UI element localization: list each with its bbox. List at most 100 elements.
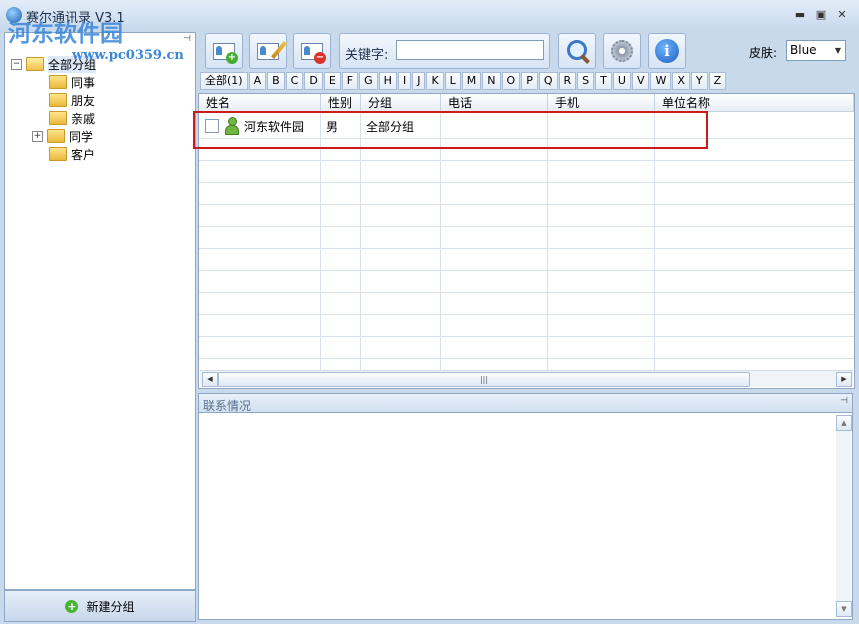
filter-letter-button[interactable]: T	[595, 72, 612, 90]
filter-letter-button[interactable]: I	[397, 72, 412, 90]
keyword-search-panel: 关键字:	[339, 33, 550, 69]
highlight-box	[193, 111, 708, 149]
skin-select[interactable]: Blue ▼	[786, 40, 846, 61]
scroll-down-button[interactable]: ▼	[836, 601, 852, 617]
vertical-scrollbar[interactable]: ▲ ▼	[836, 415, 852, 617]
filter-letter-button[interactable]: U	[612, 72, 631, 90]
row-divider	[199, 358, 854, 359]
filter-letter-button[interactable]: X	[672, 72, 690, 90]
search-button[interactable]	[558, 33, 596, 69]
folder-icon	[47, 129, 65, 143]
filter-letter-button[interactable]: Q	[538, 72, 558, 90]
row-divider	[199, 160, 854, 161]
filter-letter-button[interactable]: M	[461, 72, 482, 90]
tree-item-friends[interactable]: 朋友	[49, 91, 95, 109]
filter-letter-button[interactable]: N	[482, 72, 501, 90]
row-divider	[199, 182, 854, 183]
filter-letter-button[interactable]: Z	[708, 72, 727, 90]
alphabet-filter-bar: 全部(1) A B C D E F G H I J K L M N O P Q R S T U V W X Y Z	[200, 72, 727, 90]
add-badge-icon: +	[226, 52, 238, 64]
tree-item-relatives[interactable]: 亲戚	[49, 109, 95, 127]
restore-button[interactable]: ▣	[814, 8, 828, 22]
folder-open-icon	[26, 57, 44, 71]
column-divider	[320, 112, 321, 370]
add-circle-icon: +	[65, 599, 79, 613]
scroll-left-button[interactable]: ◀	[202, 372, 218, 387]
watermark-url: www.pc0359.cn	[72, 48, 184, 63]
close-button[interactable]: ✕	[835, 8, 849, 22]
horizontal-scrollbar[interactable]: ◀ ||| ▶	[200, 370, 853, 387]
folder-icon	[49, 147, 67, 161]
column-header-phone[interactable]: 电话	[441, 94, 548, 112]
tree-item-classmates[interactable]: + 同学	[32, 127, 93, 145]
pin-icon[interactable]: ⊣	[183, 34, 191, 44]
scroll-right-button[interactable]: ▶	[836, 372, 852, 387]
title-bar: 赛尔通讯录 V3.1 ▬ ▣ ✕	[0, 0, 859, 30]
keyword-input[interactable]	[396, 40, 544, 60]
column-header-mobile[interactable]: 手机	[548, 94, 655, 112]
filter-letter-button[interactable]: V	[631, 72, 650, 90]
column-divider	[547, 112, 548, 370]
row-divider	[199, 270, 854, 271]
contact-details-header: 联系情况 ⊣	[198, 393, 853, 413]
watermark-logo: 河东软件园	[8, 20, 123, 47]
row-divider	[199, 336, 854, 337]
filter-letter-button[interactable]: W	[650, 72, 672, 90]
column-divider	[440, 112, 441, 370]
add-contact-button[interactable]: +	[205, 33, 243, 69]
row-divider	[199, 226, 854, 227]
filter-letter-button[interactable]: O	[501, 72, 521, 90]
contact-details-panel[interactable]: ▲ ▼	[198, 413, 853, 620]
filter-letter-button[interactable]: L	[444, 72, 461, 90]
filter-letter-button[interactable]: J	[412, 72, 426, 90]
column-divider	[360, 112, 361, 370]
collapse-icon[interactable]: −	[11, 58, 22, 70]
settings-button[interactable]	[603, 33, 641, 69]
toolbar: + − 关键字: i 皮肤: Blue ▼	[198, 30, 857, 72]
edit-contact-button[interactable]	[249, 33, 287, 69]
tree-item-label: 同事	[71, 75, 96, 90]
filter-letter-button[interactable]: E	[323, 72, 341, 90]
row-divider	[199, 248, 854, 249]
filter-letter-button[interactable]: H	[378, 72, 397, 90]
row-divider	[199, 314, 854, 315]
contact-details-title: 联系情况	[203, 399, 252, 413]
filter-letter-button[interactable]: P	[521, 72, 538, 90]
filter-letter-button[interactable]: D	[304, 72, 323, 90]
tree-item-label: 亲戚	[71, 111, 96, 126]
gear-icon	[611, 40, 633, 62]
delete-contact-button[interactable]: −	[293, 33, 331, 69]
skin-label: 皮肤:	[749, 46, 778, 60]
scroll-thumb[interactable]: |||	[218, 372, 750, 387]
filter-letter-button[interactable]: Y	[690, 72, 708, 90]
column-header-name[interactable]: 姓名	[199, 94, 321, 112]
tree-item-label: 客户	[71, 147, 96, 162]
new-group-button[interactable]: + 新建分组	[4, 590, 196, 622]
filter-letter-button[interactable]: A	[248, 72, 267, 90]
group-tree-panel: ⊣ − 全部分组 同事 朋友 亲戚 + 同学 客户	[4, 32, 196, 590]
filter-letter-button[interactable]: S	[577, 72, 595, 90]
column-divider	[654, 112, 655, 370]
expand-icon[interactable]: +	[32, 130, 43, 142]
minimize-button[interactable]: ▬	[793, 8, 807, 22]
delete-badge-icon: −	[314, 52, 326, 64]
filter-letter-button[interactable]: G	[359, 72, 378, 90]
row-divider	[199, 204, 854, 205]
folder-icon	[49, 111, 67, 125]
filter-letter-button[interactable]: B	[267, 72, 285, 90]
filter-letter-button[interactable]: F	[341, 72, 359, 90]
pin-icon[interactable]: ⊣	[840, 396, 848, 406]
tree-item-colleagues[interactable]: 同事	[49, 73, 95, 91]
filter-letter-button[interactable]: C	[285, 72, 304, 90]
scroll-up-button[interactable]: ▲	[836, 415, 852, 431]
column-header-company[interactable]: 单位名称	[655, 94, 854, 112]
column-header-gender[interactable]: 性别	[321, 94, 361, 112]
filter-letter-button[interactable]: R	[558, 72, 577, 90]
tree-item-customers[interactable]: 客户	[49, 145, 95, 163]
about-button[interactable]: i	[648, 33, 686, 69]
filter-all-button[interactable]: 全部(1)	[200, 72, 248, 90]
column-header-group[interactable]: 分组	[361, 94, 441, 112]
row-divider	[199, 292, 854, 293]
filter-letter-button[interactable]: K	[426, 72, 444, 90]
skin-value: Blue	[790, 43, 817, 57]
